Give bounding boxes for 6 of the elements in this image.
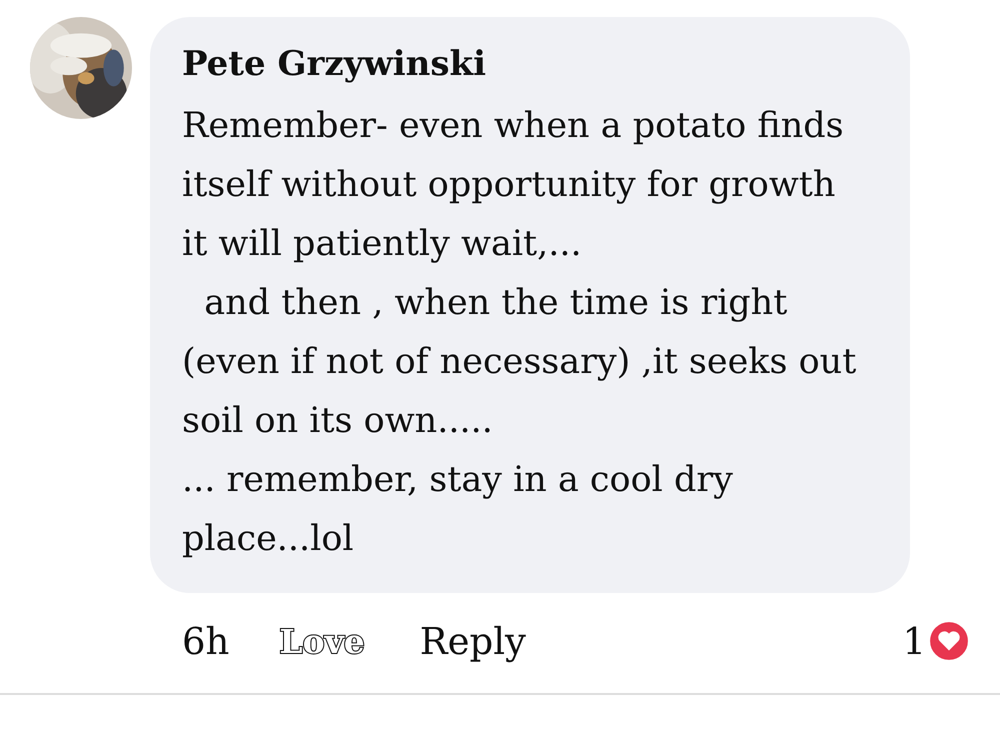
comment-text: Remember- even when a potato finds itself without opportunity for growth it will patiently wait,... and then , when the time is right (even if not of necessary) ,it seeks out soil on its own..... ... remember, stay in a cool dry place...lol <box>182 105 858 561</box>
author-name[interactable]: Pete Grzywinski <box>182 41 880 87</box>
reaction-count: 1 <box>902 620 926 662</box>
timestamp: 6h <box>182 620 230 662</box>
love-button[interactable]: Love <box>279 622 365 660</box>
reply-button[interactable]: Reply <box>420 620 526 662</box>
